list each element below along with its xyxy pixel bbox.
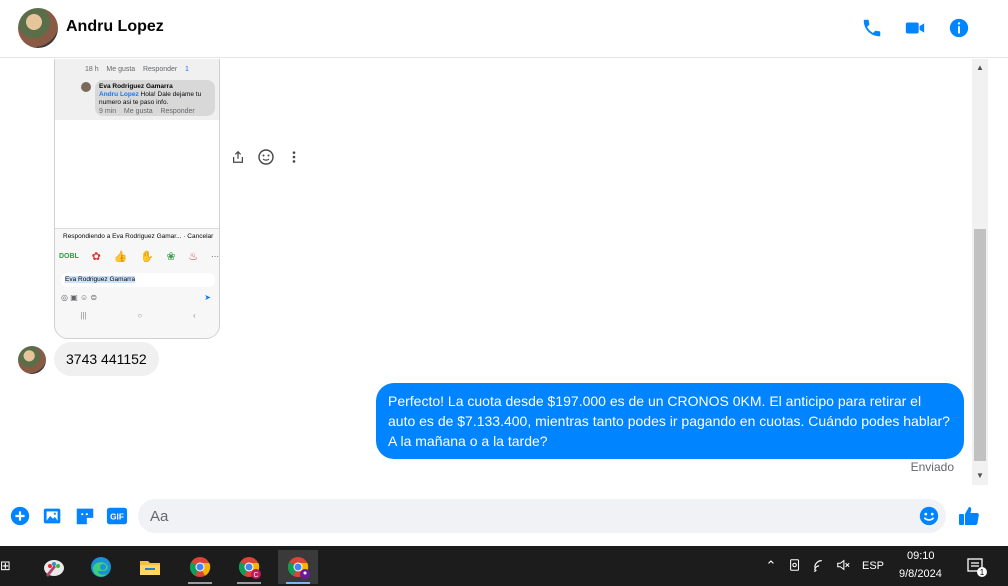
language-indicator[interactable]: ESP [862,560,884,572]
sticker-icon[interactable] [73,504,97,528]
outgoing-message[interactable]: Perfecto! La cuota desde $197.000 es de … [376,383,964,459]
thumbs-up-icon[interactable] [957,504,981,528]
replying-to-text: Respondiendo a Eva Rodriguez Gamar... · … [63,233,214,240]
contact-avatar[interactable] [18,8,58,48]
comment-meta-1: 18 h Me gusta Responder 1 [85,66,189,73]
emoji-icon[interactable] [917,504,941,528]
screenshot-nav: ||| ○ ‹ [80,311,196,320]
wifi-icon[interactable] [812,558,828,574]
windows-taskbar: ⊞ C ⌃ ESP 09:10 9/8/2024 1 [0,546,1008,586]
info-icon[interactable] [947,16,971,40]
shared-screenshot-image[interactable]: 18 h Me gusta Responder 1 Eva Rodriguez … [54,59,220,339]
meet-now-icon[interactable] [787,558,803,574]
phone-icon[interactable] [860,16,884,40]
svg-text:C: C [253,572,258,579]
react-emoji-icon[interactable] [258,149,274,165]
chat-header: Andru Lopez [0,0,1008,58]
video-camera-icon[interactable] [903,16,927,40]
scroll-down-arrow-icon[interactable]: ▼ [972,469,988,483]
more-options-icon[interactable] [286,149,302,165]
chrome-icon[interactable] [180,550,220,584]
volume-muted-icon[interactable] [835,558,851,574]
scroll-thumb[interactable] [974,229,986,461]
messenger-window: Andru Lopez 18 h Me gusta Responder 1 Ev… [0,0,1008,546]
paint-icon[interactable] [34,550,74,584]
message-list[interactable]: 18 h Me gusta Responder 1 Eva Rodriguez … [0,59,972,485]
chat-scrollbar[interactable]: ▲ ▼ [972,59,988,485]
chrome-profile-active-icon[interactable] [278,550,318,584]
notification-icon[interactable]: 1 [966,556,988,578]
svg-text:GIF: GIF [110,513,124,522]
plus-circle-icon[interactable] [8,504,32,528]
clock-time[interactable]: 09:10 [907,550,935,562]
screenshot-blank-area [55,120,219,230]
screenshot-input: Eva Rodriguez Gamarra [61,273,215,287]
message-input[interactable] [138,499,946,533]
file-explorer-icon[interactable] [130,550,170,584]
incoming-message[interactable]: 3743 441152 [54,342,159,376]
sent-status: Enviado [910,460,954,474]
chrome-profile-c-icon[interactable]: C [229,550,269,584]
screenshot-tools: ◎ ▣ ☺ ⊜ ➤ [61,293,211,302]
window-edge [988,59,1008,485]
comment-avatar [81,82,91,92]
task-view-icon[interactable]: ⊞ [0,558,11,574]
image-icon[interactable] [41,504,65,528]
edge-icon[interactable] [81,550,121,584]
message-actions [230,149,302,165]
share-icon[interactable] [230,149,246,165]
gif-icon[interactable]: GIF [105,504,129,528]
contact-name[interactable]: Andru Lopez [66,18,164,36]
sticker-row: DOBL ✿ 👍 ✋ ❀ ♨ ⋯ [59,250,219,263]
chevron-up-icon[interactable]: ⌃ [763,558,779,574]
scroll-up-arrow-icon[interactable]: ▲ [972,61,988,75]
screenshot-reply-bar: Respondiendo a Eva Rodriguez Gamar... · … [55,228,219,338]
contact-avatar-small [18,346,46,374]
notification-count: 1 [979,568,985,577]
composer: GIF [0,489,1008,546]
comment-meta-2: 9 min Me gusta Responder [99,108,195,115]
clock-date[interactable]: 9/8/2024 [899,568,942,580]
